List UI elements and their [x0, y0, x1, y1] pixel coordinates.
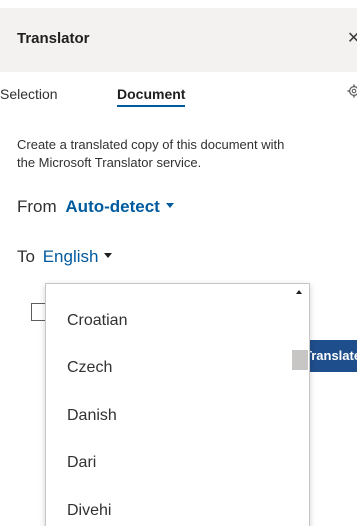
scrollbar-thumb[interactable]: [292, 350, 308, 370]
language-option-danish[interactable]: Danish: [67, 407, 117, 425]
from-language-row: From Auto-detect: [17, 197, 174, 217]
description-line-2: the Microsoft Translator service.: [17, 155, 202, 170]
to-language-row: To English: [17, 247, 113, 267]
to-language-dropdown[interactable]: English: [43, 247, 113, 266]
tab-selection[interactable]: Selection: [0, 86, 58, 102]
active-tab-indicator: [117, 105, 186, 107]
scroll-up-arrow-icon[interactable]: [296, 290, 302, 294]
description-line-1: Create a translated copy of this documen…: [17, 137, 285, 152]
description-text: Create a translated copy of this documen…: [17, 136, 357, 172]
gear-icon[interactable]: [347, 84, 357, 98]
from-label: From: [17, 197, 57, 216]
panel-header: Translator ✕: [0, 8, 357, 72]
translator-panel: Translator ✕ Selection Document Create a…: [0, 0, 357, 526]
tab-bar: Selection Document: [0, 86, 357, 110]
tab-document-label: Document: [117, 86, 186, 102]
language-option-czech[interactable]: Czech: [67, 359, 112, 377]
chevron-down-icon: [165, 203, 174, 209]
language-option-croatian[interactable]: Croatian: [67, 312, 127, 330]
language-option-dari[interactable]: Dari: [67, 454, 96, 472]
from-language-dropdown[interactable]: Auto-detect: [65, 197, 174, 216]
dropdown-scrollbar[interactable]: [291, 284, 309, 526]
to-language-value: English: [42, 247, 99, 266]
tab-document[interactable]: Document: [117, 86, 186, 107]
panel-title: Translator: [17, 30, 90, 47]
close-icon[interactable]: ✕: [347, 31, 357, 47]
language-option-divehi[interactable]: Divehi: [67, 502, 111, 520]
language-dropdown-list[interactable]: Croatian Czech Danish Dari Divehi: [45, 283, 310, 526]
to-label: To: [17, 247, 35, 266]
chevron-down-icon: [104, 253, 113, 259]
from-language-value: Auto-detect: [65, 197, 160, 216]
